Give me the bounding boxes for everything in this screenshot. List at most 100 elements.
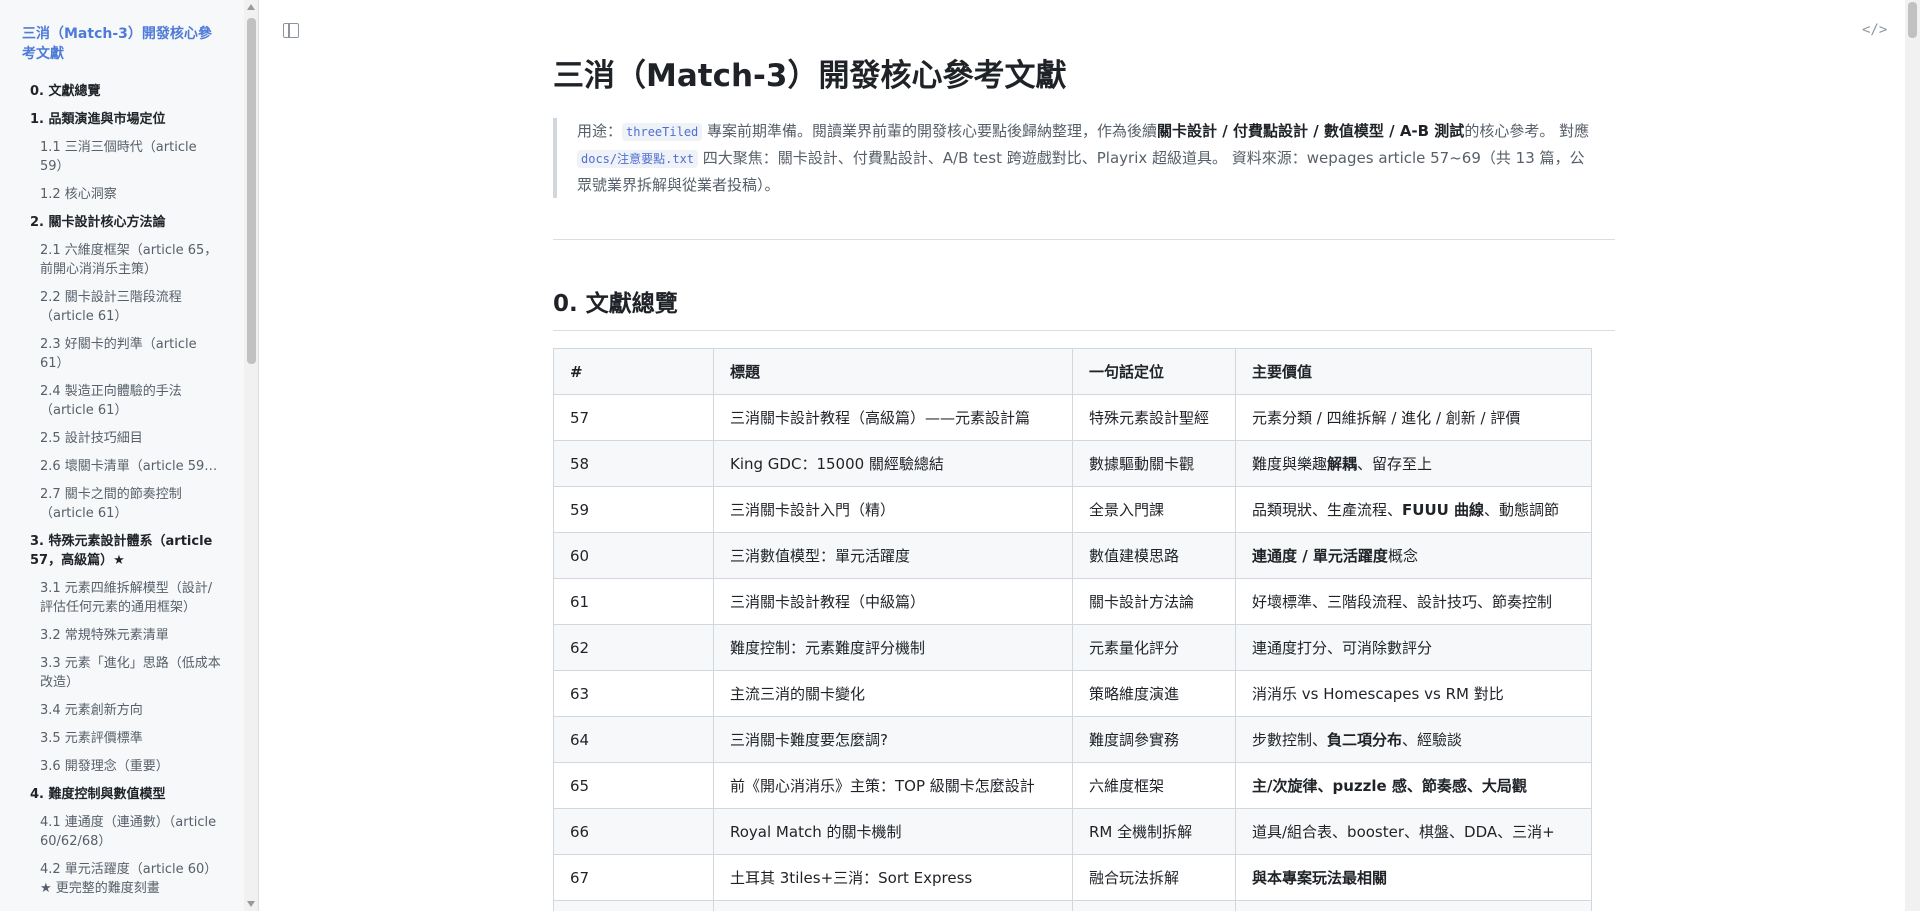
value-bold-text: FUUU 曲線 <box>1402 501 1485 519</box>
toc-item[interactable]: 3.5 元素評價標準 <box>40 725 222 753</box>
inline-code: threeTiled <box>622 123 703 141</box>
toc-title-link[interactable]: 三消（Match-3）開發核心參考文獻 <box>22 24 222 64</box>
page-title: 三消（Match-3）開發核心參考文獻 <box>553 58 1067 94</box>
table-cell-title: 三消關卡設計教程（中級篇） <box>713 578 1073 625</box>
sidebar-scroll-thumb[interactable] <box>247 18 256 364</box>
note-text: 的核心參考。 對應 <box>1464 122 1590 140</box>
sidebar-scrollbar[interactable] <box>244 0 258 911</box>
toc-item[interactable]: 4.2 單元活躍度（article 60）★ 更完整的難度刻畫 <box>40 856 222 903</box>
table-cell-value <box>1235 900 1592 911</box>
value-text: 、動態調節 <box>1484 501 1560 519</box>
toc-item[interactable]: 2.3 好關卡的判準（article 61） <box>40 331 222 378</box>
table-cell-value: 難度與樂趣解耦、留存至上 <box>1235 440 1592 487</box>
toc-item[interactable]: 3.4 元素創新方向 <box>40 697 222 725</box>
toc-item[interactable]: 2.6 壞關卡清單（article 59，逐字稿）★ 直接當 QA checkl… <box>40 453 222 481</box>
table-cell-pos: 六維度框架 <box>1072 762 1236 809</box>
table-row: 64 三消關卡難度要怎麼調? 難度調參實務 步數控制、負二項分布、經驗談 <box>553 716 1592 763</box>
toc-list: 三消（Match-3）開發核心參考文獻 0. 文獻總覽 1. 品類演進與市場定位 1… <box>0 0 244 903</box>
toc-item[interactable]: 2.1 六維度框架（article 65，前開心消消乐主策） <box>40 237 222 284</box>
table-row: 58 King GDC：15000 關經驗總結 數據驅動關卡觀 難度與樂趣解耦、留存至… <box>553 440 1592 487</box>
value-text: 難度與樂趣 <box>1252 455 1328 473</box>
value-text: 消消乐 vs Homescapes vs RM 對比 <box>1252 685 1504 703</box>
note-text: 專案前期準備。閱讀業界前輩的開發核心要點後歸納整理，作為後續 <box>702 122 1158 140</box>
table-cell-pos <box>1072 900 1236 911</box>
note-text: 用途： <box>577 122 623 140</box>
toc-item[interactable]: 3.6 開發理念（重要） <box>40 753 222 781</box>
note-text: 四大聚焦：關卡設計、付費點設計、A/B test 跨遊戲對比、Playrix 超… <box>577 149 1585 194</box>
inline-code: docs/注意要點.txt <box>577 150 699 168</box>
table-cell-value: 道具/組合表、booster、棋盤、DDA、三消+ <box>1235 808 1592 855</box>
toc-item[interactable]: 1.2 核心洞察 <box>40 181 222 209</box>
value-bold-text: 主/次旋律、puzzle 感、節奏感、大局觀 <box>1252 777 1527 795</box>
table-cell-num: 63 <box>553 670 714 717</box>
table-row: 65 前《開心消消乐》主策：TOP 級關卡怎麼設計 六維度框架 主/次旋律、puzzl… <box>553 762 1592 809</box>
table-cell-num: 58 <box>553 440 714 487</box>
value-bold-text: 解耦 <box>1327 455 1358 473</box>
value-text: 道具/組合表、booster、棋盤、DDA、三消+ <box>1252 823 1555 841</box>
toc-item[interactable]: 2. 關卡設計核心方法論 <box>30 209 222 237</box>
table-cell-value: 步數控制、負二項分布、經驗談 <box>1235 716 1592 763</box>
purpose-note: 用途： threeTiled 專案前期準備。閱讀業界前輩的開發核心要點後歸納整理，… <box>553 118 1615 198</box>
table-cell-num <box>553 900 714 911</box>
toc-sidebar: 三消（Match-3）開發核心參考文獻 0. 文獻總覽 1. 品類演進與市場定位 1… <box>0 0 259 911</box>
value-bold-text: 連通度 / 單元活躍度 <box>1252 547 1388 565</box>
table-body: 57 三消關卡設計教程（高級篇）——元素設計篇 特殊元素設計聖經 元素分類 / 四維拆… <box>553 394 1592 911</box>
table-cell-title: 三消關卡難度要怎麼調? <box>713 716 1073 763</box>
code-view-icon[interactable]: </> <box>1862 22 1887 38</box>
toc-item[interactable]: 2.7 關卡之間的節奏控制（article 61） <box>40 481 222 528</box>
toc-item[interactable]: 3.1 元素四維拆解模型（設計/評估任何元素的通用框架） <box>40 575 222 622</box>
toc-item[interactable]: 1.1 三消三個時代（article 59） <box>40 134 222 181</box>
table-cell-num: 62 <box>553 624 714 671</box>
table-cell-num: 64 <box>553 716 714 763</box>
table-row: 63 主流三消的關卡變化 策略維度演進 消消乐 vs Homescapes vs RM… <box>553 670 1592 717</box>
scroll-down-arrow-icon[interactable] <box>247 901 255 907</box>
page-scroll-thumb[interactable] <box>1908 2 1917 38</box>
toc-item[interactable]: 1. 品類演進與市場定位 <box>30 106 222 134</box>
toc-item[interactable]: 3. 特殊元素設計體系（article 57，高級篇）★ <box>30 528 222 575</box>
section-heading: 0. 文獻總覽 <box>553 291 678 317</box>
note-bold: 關卡設計 / 付費點設計 / 數值模型 / A-B 測試 <box>1157 122 1465 140</box>
column-header: 主要價值 <box>1235 348 1592 395</box>
table-row: 61 三消關卡設計教程（中級篇） 關卡設計方法論 好壞標準、三階段流程、設計技巧、節奏… <box>553 578 1592 625</box>
value-text: 步數控制、 <box>1252 731 1328 749</box>
divider <box>553 239 1615 240</box>
page-scrollbar[interactable] <box>1905 0 1920 911</box>
toc-item[interactable]: 2.4 製造正向體驗的手法（article 61） <box>40 378 222 425</box>
table-header-row: # 標題 一句話定位 主要價值 <box>553 348 1592 395</box>
table-row: 60 三消數值模型：單元活躍度 數值建模思路 連通度 / 單元活躍度概念 <box>553 532 1592 579</box>
table-cell-num: 57 <box>553 394 714 441</box>
table-row: 59 三消關卡設計入門（精） 全景入門課 品類現狀、生產流程、FUUU 曲線、動態調節 <box>553 486 1592 533</box>
table-cell-pos: 融合玩法拆解 <box>1072 854 1236 901</box>
table-cell-title: 三消關卡設計教程（高級篇）——元素設計篇 <box>713 394 1073 441</box>
value-text: 概念 <box>1387 547 1418 565</box>
sidebar-toggle-icon[interactable] <box>283 23 299 38</box>
table-cell-num: 59 <box>553 486 714 533</box>
toc-item[interactable]: 0. 文獻總覽 <box>30 78 222 106</box>
table-cell-pos: 數值建模思路 <box>1072 532 1236 579</box>
column-header: 一句話定位 <box>1072 348 1236 395</box>
value-text: 連通度打分、可消除數評分 <box>1252 639 1433 657</box>
table-cell-value: 好壞標準、三階段流程、設計技巧、節奏控制 <box>1235 578 1592 625</box>
table-cell-num: 61 <box>553 578 714 625</box>
toc-item[interactable]: 4. 難度控制與數值模型 <box>30 781 222 809</box>
column-header: 標題 <box>713 348 1073 395</box>
toc-item[interactable]: 3.3 元素「進化」思路（低成本改造） <box>40 650 222 697</box>
table-cell-pos: 數據驅動關卡觀 <box>1072 440 1236 487</box>
toc-item[interactable]: 3.2 常規特殊元素清單 <box>40 622 222 650</box>
table-cell-pos: 元素量化評分 <box>1072 624 1236 671</box>
column-header: # <box>553 348 714 395</box>
toc-item[interactable]: 2.5 設計技巧細目 <box>40 425 222 453</box>
table-cell-title: 土耳其 3tiles+三消：Sort Express <box>713 854 1073 901</box>
table-cell-pos: 關卡設計方法論 <box>1072 578 1236 625</box>
value-text: 好壞標準、三階段流程、設計技巧、節奏控制 <box>1252 593 1553 611</box>
table-cell-title: 主流三消的關卡變化 <box>713 670 1073 717</box>
table-cell-num: 60 <box>553 532 714 579</box>
table-cell-value: 元素分類 / 四維拆解 / 進化 / 創新 / 評價 <box>1235 394 1592 441</box>
table-row: 57 三消關卡設計教程（高級篇）——元素設計篇 特殊元素設計聖經 元素分類 / 四維拆… <box>553 394 1592 441</box>
table-row: 62 難度控制：元素難度評分機制 元素量化評分 連通度打分、可消除數評分 <box>553 624 1592 671</box>
toc-item[interactable]: 2.2 關卡設計三階段流程（article 61） <box>40 284 222 331</box>
value-text: 品類現狀、生產流程、 <box>1252 501 1403 519</box>
scroll-up-arrow-icon[interactable] <box>247 4 255 10</box>
toc-item[interactable]: 4.1 連通度（連通數）（article 60/62/68） <box>40 809 222 856</box>
table-row: 67 土耳其 3tiles+三消：Sort Express 融合玩法拆解 與本專案玩法… <box>553 854 1592 901</box>
